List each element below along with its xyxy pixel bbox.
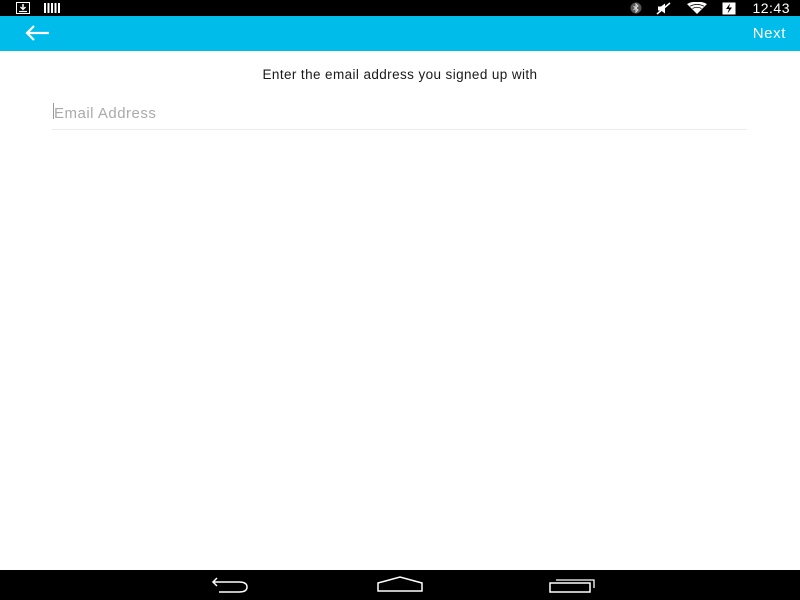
bluetooth-icon: [630, 2, 642, 14]
status-left: [16, 2, 60, 14]
next-button[interactable]: Next: [753, 16, 786, 51]
nav-recents-button[interactable]: [547, 575, 597, 595]
status-time: 12:43: [752, 0, 790, 16]
back-button[interactable]: [22, 22, 54, 46]
nav-back-button[interactable]: [205, 575, 255, 595]
signal-bars-icon: [44, 3, 60, 13]
download-icon: [16, 2, 30, 14]
nav-recents-icon: [549, 579, 595, 593]
email-prompt-text: Enter the email address you signed up wi…: [262, 67, 538, 82]
nav-back-icon: [211, 577, 248, 593]
text-cursor: [53, 103, 54, 119]
arrow-left-icon: [25, 25, 49, 41]
navigation-bar: [0, 570, 800, 600]
nav-home-icon: [377, 576, 423, 592]
muted-icon: [656, 1, 671, 15]
status-bar: 12:43: [0, 0, 800, 16]
battery-charging-icon: [722, 2, 736, 14]
wifi-icon: [687, 2, 708, 14]
nav-home-button[interactable]: [375, 575, 425, 595]
app-bar: Next: [0, 16, 800, 51]
signup-email-screen: 12:43 Next Enter the email address you s…: [0, 0, 800, 600]
email-input[interactable]: [52, 98, 747, 130]
status-right: 12:43: [630, 0, 790, 16]
